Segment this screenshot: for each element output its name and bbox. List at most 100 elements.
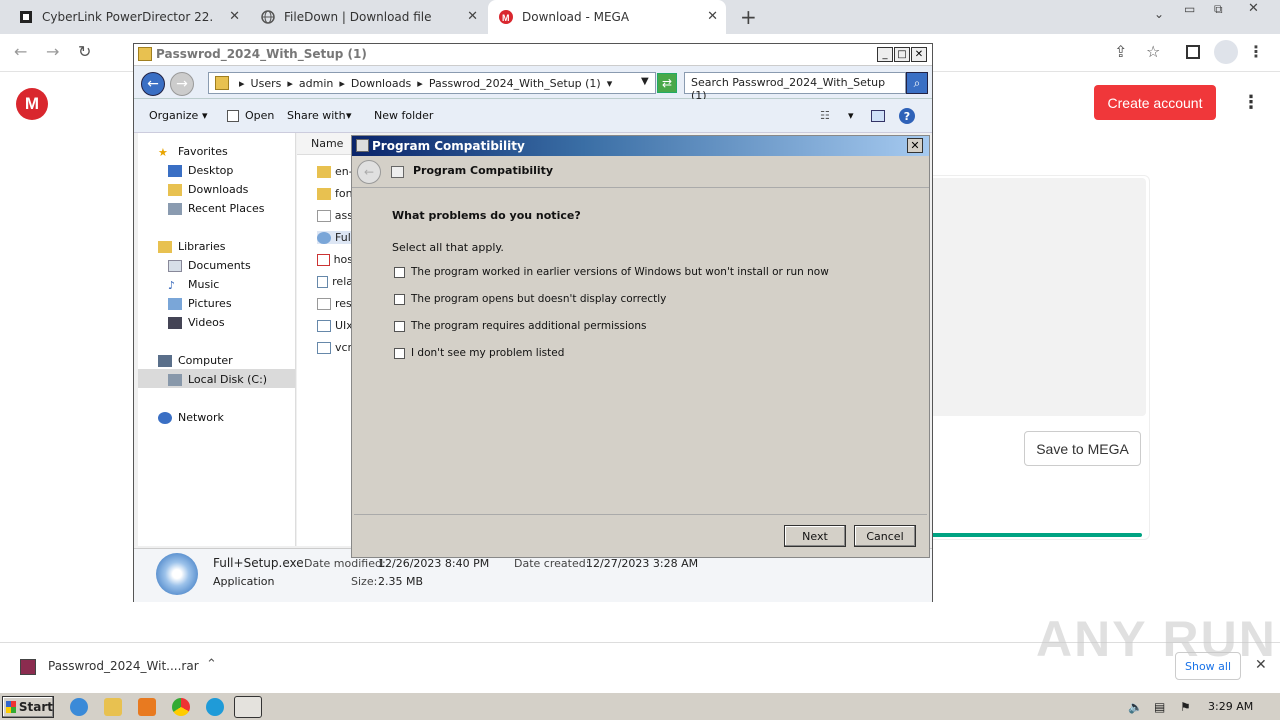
- chrome-menu-icon[interactable]: ⋮: [1248, 42, 1264, 61]
- start-button[interactable]: Start: [2, 696, 54, 718]
- forward-arrow-icon[interactable]: →: [170, 72, 194, 96]
- file-item[interactable]: rela: [317, 275, 353, 288]
- network-tray-icon[interactable]: ▤: [1154, 700, 1165, 714]
- tab-powerdirector[interactable]: CyberLink PowerDirector 22.0.3215 ✕: [8, 0, 248, 34]
- breadcrumb-item[interactable]: Downloads: [351, 77, 411, 90]
- minimize-icon[interactable]: ▭: [1184, 2, 1195, 16]
- checkbox[interactable]: [394, 293, 405, 305]
- search-input[interactable]: Search Passwrod_2024_With_Setup (1): [684, 72, 906, 102]
- detail-filename: Full+Setup.exe: [213, 556, 304, 570]
- internet-explorer-icon[interactable]: [70, 698, 88, 716]
- view-options-icon[interactable]: ☷: [820, 109, 830, 122]
- nav-documents[interactable]: Documents: [168, 259, 251, 272]
- nav-local-disk[interactable]: Local Disk (C:): [168, 373, 267, 386]
- dropdown-arrow-icon[interactable]: ▾: [848, 109, 854, 122]
- file-item[interactable]: UIx: [317, 319, 353, 332]
- media-player-icon[interactable]: [138, 698, 156, 716]
- close-icon[interactable]: ✕: [229, 9, 240, 24]
- music-icon: ♪: [168, 278, 176, 292]
- powerdirector-icon: [18, 9, 34, 25]
- close-icon[interactable]: ✕: [907, 138, 923, 153]
- profile-avatar-icon[interactable]: [1214, 40, 1238, 64]
- close-icon[interactable]: ✕: [707, 9, 718, 24]
- close-icon[interactable]: ✕: [467, 9, 478, 24]
- refresh-icon[interactable]: ⇄: [657, 73, 677, 93]
- breadcrumb-item[interactable]: Passwrod_2024_With_Setup (1): [429, 77, 601, 90]
- chevron-up-icon[interactable]: ⌃: [206, 657, 217, 672]
- file-item[interactable]: en-: [317, 165, 353, 178]
- back-arrow-icon[interactable]: ←: [14, 42, 27, 61]
- dialog-subtitle: Select all that apply.: [392, 241, 504, 254]
- nav-recent-places[interactable]: Recent Places: [168, 202, 265, 215]
- breadcrumb-item[interactable]: Users: [251, 77, 282, 90]
- tab-search-icon[interactable]: ⌄: [1154, 7, 1164, 21]
- file-item[interactable]: fon: [317, 187, 353, 200]
- back-arrow-icon[interactable]: ←: [357, 160, 381, 184]
- mega-logo[interactable]: M: [16, 88, 48, 120]
- nav-network[interactable]: Network: [158, 411, 224, 424]
- dropdown-arrow-icon[interactable]: ▾: [202, 109, 208, 122]
- reload-icon[interactable]: ↻: [78, 42, 91, 61]
- tab-mega[interactable]: M Download - MEGA ✕: [488, 0, 726, 34]
- breadcrumb-item[interactable]: admin: [299, 77, 333, 90]
- file-item[interactable]: vcr: [317, 341, 353, 354]
- nav-libraries[interactable]: Libraries: [158, 240, 226, 253]
- nav-desktop[interactable]: Desktop: [168, 164, 233, 177]
- file-item[interactable]: hos: [317, 253, 353, 266]
- mega-icon: M: [498, 9, 514, 25]
- download-item-name[interactable]: Passwrod_2024_Wit....rar: [48, 659, 199, 673]
- new-folder-button[interactable]: New folder: [374, 109, 433, 122]
- preview-pane-icon[interactable]: [871, 110, 885, 122]
- share-with-button[interactable]: Share with: [287, 109, 346, 122]
- organize-button[interactable]: Organize: [149, 109, 198, 122]
- close-window-icon[interactable]: ✕: [1248, 1, 1259, 16]
- forward-arrow-icon[interactable]: →: [46, 42, 59, 61]
- checkbox[interactable]: [394, 266, 405, 278]
- checkbox[interactable]: [394, 320, 405, 332]
- minimize-icon[interactable]: _: [877, 47, 893, 62]
- file-item[interactable]: ass: [317, 209, 353, 222]
- option-display-incorrectly[interactable]: The program opens but doesn't display co…: [394, 293, 666, 305]
- tab-filedown[interactable]: FileDown | Download file ✕: [250, 0, 486, 34]
- option-not-listed[interactable]: I don't see my problem listed: [394, 347, 564, 359]
- column-header-name[interactable]: Name: [297, 133, 353, 155]
- flag-icon[interactable]: ⚑: [1180, 700, 1191, 714]
- explorer-icon[interactable]: [104, 698, 122, 716]
- nav-favorites[interactable]: ★ Favorites: [158, 145, 228, 159]
- bookmark-star-icon[interactable]: ☆: [1146, 42, 1160, 61]
- help-icon[interactable]: ?: [899, 108, 915, 124]
- nav-downloads[interactable]: Downloads: [168, 183, 248, 196]
- cancel-button[interactable]: Cancel: [854, 525, 916, 547]
- file-item-selected[interactable]: Ful: [317, 231, 353, 244]
- new-tab-button[interactable]: +: [740, 5, 757, 29]
- save-to-mega-button[interactable]: Save to MEGA: [1024, 431, 1141, 466]
- nav-pictures[interactable]: Pictures: [168, 297, 232, 310]
- restore-icon[interactable]: ⧉: [1214, 2, 1223, 17]
- breadcrumb[interactable]: ▸ Users ▸ admin ▸ Downloads ▸ Passwrod_2024…: [208, 72, 656, 94]
- clock: 3:29 AM: [1208, 700, 1254, 713]
- share-icon[interactable]: ⇪: [1114, 42, 1127, 61]
- compatibility-taskbar-button[interactable]: [234, 696, 262, 718]
- close-icon[interactable]: ✕: [911, 47, 927, 62]
- side-panel-icon[interactable]: [1186, 45, 1200, 59]
- back-arrow-icon[interactable]: ←: [141, 72, 165, 96]
- open-button[interactable]: Open: [245, 109, 274, 122]
- nav-videos[interactable]: Videos: [168, 316, 225, 329]
- edge-icon[interactable]: [206, 698, 224, 716]
- dropdown-arrow-icon[interactable]: ▾: [346, 109, 352, 122]
- more-menu-icon[interactable]: ⋮: [1242, 92, 1260, 113]
- option-earlier-versions[interactable]: The program worked in earlier versions o…: [394, 266, 829, 278]
- create-account-button[interactable]: Create account: [1094, 85, 1216, 120]
- next-button[interactable]: Next: [784, 525, 846, 547]
- nav-music[interactable]: ♪ Music: [168, 278, 219, 292]
- checkbox[interactable]: [394, 347, 405, 359]
- search-icon[interactable]: ⌕: [906, 72, 928, 94]
- chrome-icon[interactable]: [172, 698, 190, 716]
- windows-logo-icon: [6, 701, 16, 713]
- file-item[interactable]: res: [317, 297, 353, 310]
- option-additional-permissions[interactable]: The program requires additional permissi…: [394, 320, 646, 332]
- nav-computer[interactable]: Computer: [158, 354, 233, 367]
- speaker-icon[interactable]: 🔈: [1128, 700, 1143, 714]
- maximize-icon[interactable]: □: [894, 47, 910, 62]
- dropdown-arrow-icon[interactable]: ▼: [641, 76, 649, 87]
